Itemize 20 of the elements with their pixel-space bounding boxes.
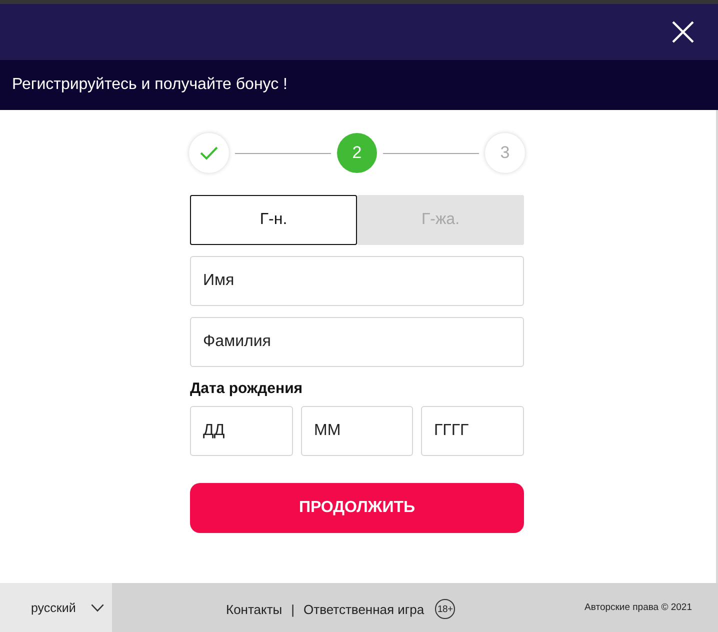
- separator: |: [291, 602, 295, 616]
- close-button[interactable]: [672, 21, 694, 43]
- language-select[interactable]: русский: [0, 583, 112, 632]
- continue-button[interactable]: ПРОДОЛЖИТЬ: [190, 483, 524, 533]
- date-field[interactable]: ГГГГ: [421, 406, 524, 456]
- date-field[interactable]: ДД: [190, 406, 293, 456]
- text-field[interactable]: Имя: [190, 256, 524, 306]
- copyright-text: Авторские права © 2021: [584, 602, 692, 613]
- banner-text: Регистрируйтесь и получайте бонус !: [12, 76, 288, 94]
- step-number: 2: [337, 133, 377, 173]
- chevron-down-icon: [90, 604, 104, 612]
- footer-link[interactable]: Ответственная игра: [304, 602, 424, 616]
- text-field[interactable]: Фамилия: [190, 317, 524, 367]
- date-field[interactable]: ММ: [301, 406, 413, 456]
- gender-tab[interactable]: Г-н.: [190, 195, 357, 245]
- close-icon: [672, 21, 694, 43]
- age-badge: 18+: [435, 599, 456, 619]
- field-label: Дата рождения: [190, 380, 304, 398]
- step-number: 3: [485, 133, 525, 173]
- footer-link[interactable]: Контакты: [226, 602, 282, 616]
